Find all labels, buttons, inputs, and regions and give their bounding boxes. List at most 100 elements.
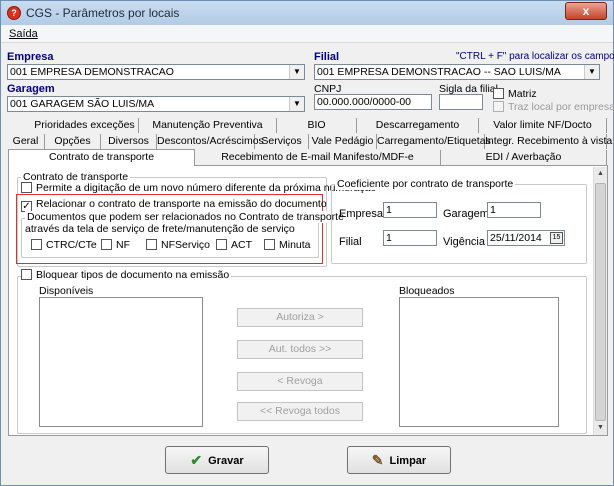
- app-icon: ?: [7, 6, 21, 20]
- scroll-down-icon[interactable]: ▼: [594, 421, 607, 435]
- chevron-down-icon[interactable]: ▼: [289, 65, 304, 79]
- docs-group-title: Documentos que podem ser relacionados no…: [25, 211, 346, 223]
- main-window: ? CGS - Parâmetros por locais x Saída Em…: [0, 0, 614, 486]
- eraser-icon: ✎: [371, 452, 384, 468]
- tab-servicos[interactable]: Serviços: [255, 134, 309, 149]
- permite-label: Permite a digitação de um novo número di…: [36, 182, 377, 194]
- traz-local-checkbox[interactable]: Traz local por empresa: [493, 101, 614, 113]
- search-hint: "CTRL + F" para localizar os campos: [456, 51, 614, 62]
- doc-nfservico-label: NFServiço: [161, 239, 211, 251]
- doc-ctrc-label: CTRC/CTe: [46, 239, 97, 251]
- relacionar-checkbox[interactable]: ✓ Relacionar o contrato de transporte na …: [21, 198, 327, 212]
- checkbox-box[interactable]: [31, 239, 42, 250]
- vigencia-value: 25/11/2014: [490, 232, 542, 244]
- tab-geral[interactable]: Geral: [7, 134, 45, 149]
- cnpj-input[interactable]: 00.000.000/0000-00: [314, 94, 432, 110]
- docs-subtitle: através da tela de serviço de frete/manu…: [25, 223, 295, 235]
- tab-prioridades[interactable]: Prioridades exceções: [31, 118, 139, 133]
- empresa-label: Empresa: [7, 51, 54, 63]
- close-button[interactable]: x: [565, 2, 607, 20]
- filial-label: Filial: [314, 51, 340, 63]
- garagem-select[interactable]: 001 GARAGEM SÃO LUIS/MA ▼: [7, 96, 305, 112]
- checkbox-box[interactable]: [264, 239, 275, 250]
- tab-diversos[interactable]: Diversos: [101, 134, 157, 149]
- chevron-down-icon[interactable]: ▼: [584, 65, 599, 79]
- tab-manutencao[interactable]: Manutenção Preventiva: [139, 118, 277, 133]
- tab-descarregamento[interactable]: Descarregamento: [357, 118, 479, 133]
- coef-vigencia-label: Vigência: [443, 236, 485, 248]
- tab-integr-recebimento[interactable]: Integr. Recebimento à vista: [485, 134, 612, 149]
- checkbox-box[interactable]: [493, 101, 504, 112]
- tab-descontos[interactable]: Descontos/Acréscimos: [157, 134, 264, 149]
- calendar-icon[interactable]: 15: [550, 232, 563, 244]
- permite-checkbox[interactable]: Permite a digitação de um novo número di…: [21, 182, 376, 194]
- revoga-button[interactable]: < Revoga: [237, 372, 363, 391]
- bloquear-label: Bloquear tipos de documento na emissão: [36, 269, 230, 281]
- tab-edi-averbacao[interactable]: EDI / Averbação: [441, 150, 607, 165]
- garagem-label: Garagem: [7, 83, 55, 95]
- garagem-value: 001 GARAGEM SÃO LUIS/MA: [10, 98, 155, 110]
- filial-select[interactable]: 001 EMPRESA DEMONSTRACAO -- SAO LUIS/MA …: [314, 64, 600, 80]
- tab-opcoes[interactable]: Opções: [45, 134, 101, 149]
- coef-vigencia-input[interactable]: 25/11/2014 15: [487, 230, 565, 246]
- tab-bio[interactable]: BIO: [277, 118, 357, 133]
- autoriza-todos-button[interactable]: Aut. todos >>: [237, 340, 363, 359]
- chevron-down-icon[interactable]: ▼: [289, 97, 304, 111]
- checkbox-box[interactable]: [101, 239, 112, 250]
- empresa-select[interactable]: 001 EMPRESA DEMONSTRACAO ▼: [7, 64, 305, 80]
- revoga-todos-button[interactable]: << Revoga todos: [237, 402, 363, 421]
- coeficiente-group: [331, 184, 587, 264]
- tab-valor-limite[interactable]: Valor limite NF/Docto: [479, 118, 607, 133]
- tab-carregamento[interactable]: Carregamento/Etiquetas: [377, 134, 491, 149]
- checkbox-box[interactable]: [146, 239, 157, 250]
- bloqueados-label: Bloqueados: [399, 285, 455, 297]
- window-title: CGS - Parâmetros por locais: [26, 6, 180, 20]
- limpar-button[interactable]: ✎ Limpar: [347, 446, 451, 474]
- coef-empresa-label: Empresa: [339, 208, 384, 220]
- doc-minuta-checkbox[interactable]: Minuta: [264, 239, 311, 251]
- checkbox-box[interactable]: [216, 239, 227, 250]
- scroll-up-icon[interactable]: ▲: [594, 167, 607, 181]
- tab-vale-pedagio[interactable]: Vale Pedágio: [309, 134, 377, 149]
- matriz-checkbox[interactable]: Matriz: [493, 88, 537, 100]
- matriz-label: Matriz: [508, 88, 537, 100]
- checkbox-box[interactable]: [493, 88, 504, 99]
- doc-ctrc-checkbox[interactable]: CTRC/CTe: [31, 239, 97, 251]
- coef-filial-label: Filial: [339, 236, 362, 248]
- gravar-label: Gravar: [208, 455, 244, 467]
- doc-nfservico-checkbox[interactable]: NFServiço: [146, 239, 210, 251]
- coef-empresa-input[interactable]: 1: [383, 202, 437, 218]
- doc-nf-checkbox[interactable]: NF: [101, 239, 130, 251]
- coef-garagem-label: Garagem: [443, 208, 489, 220]
- bloquear-checkbox[interactable]: Bloquear tipos de documento na emissão: [21, 269, 232, 281]
- menu-bar: Saída: [1, 25, 613, 43]
- gravar-button[interactable]: ✔ Gravar: [165, 446, 269, 474]
- checkbox-box[interactable]: [21, 182, 32, 193]
- coef-garagem-input[interactable]: 1: [487, 202, 541, 218]
- autoriza-button[interactable]: Autoriza >: [237, 308, 363, 327]
- relacionar-label: Relacionar o contrato de transporte na e…: [36, 198, 327, 210]
- disponiveis-label: Disponíveis: [39, 285, 94, 297]
- scroll-thumb[interactable]: [595, 183, 606, 421]
- tab-recebimento-email[interactable]: Recebimento de E-mail Manifesto/MDF-e: [195, 150, 441, 165]
- tab-contrato-transporte[interactable]: Contrato de transporte: [8, 149, 195, 166]
- disponiveis-list[interactable]: [39, 297, 203, 427]
- empresa-value: 001 EMPRESA DEMONSTRACAO: [10, 66, 174, 78]
- doc-minuta-label: Minuta: [279, 239, 311, 251]
- panel-scrollbar[interactable]: ▲ ▼: [593, 167, 607, 435]
- title-bar: ? CGS - Parâmetros por locais x: [1, 1, 613, 25]
- check-icon: ✔: [190, 452, 203, 468]
- menu-item-saida[interactable]: Saída: [9, 28, 38, 40]
- limpar-label: Limpar: [389, 455, 427, 467]
- sigla-input[interactable]: [439, 94, 483, 110]
- doc-act-label: ACT: [231, 239, 252, 251]
- coef-filial-input[interactable]: 1: [383, 230, 437, 246]
- coeficiente-group-title: Coeficiente por contrato de transporte: [335, 178, 516, 190]
- doc-nf-label: NF: [116, 239, 130, 251]
- traz-local-label: Traz local por empresa: [508, 101, 614, 113]
- doc-act-checkbox[interactable]: ACT: [216, 239, 252, 251]
- filial-value: 001 EMPRESA DEMONSTRACAO -- SAO LUIS/MA: [317, 66, 561, 78]
- bloqueados-list[interactable]: [399, 297, 559, 427]
- tab-panel-contrato: Contrato de transporte Permite a digitaç…: [8, 165, 608, 436]
- checkbox-box[interactable]: [21, 269, 32, 280]
